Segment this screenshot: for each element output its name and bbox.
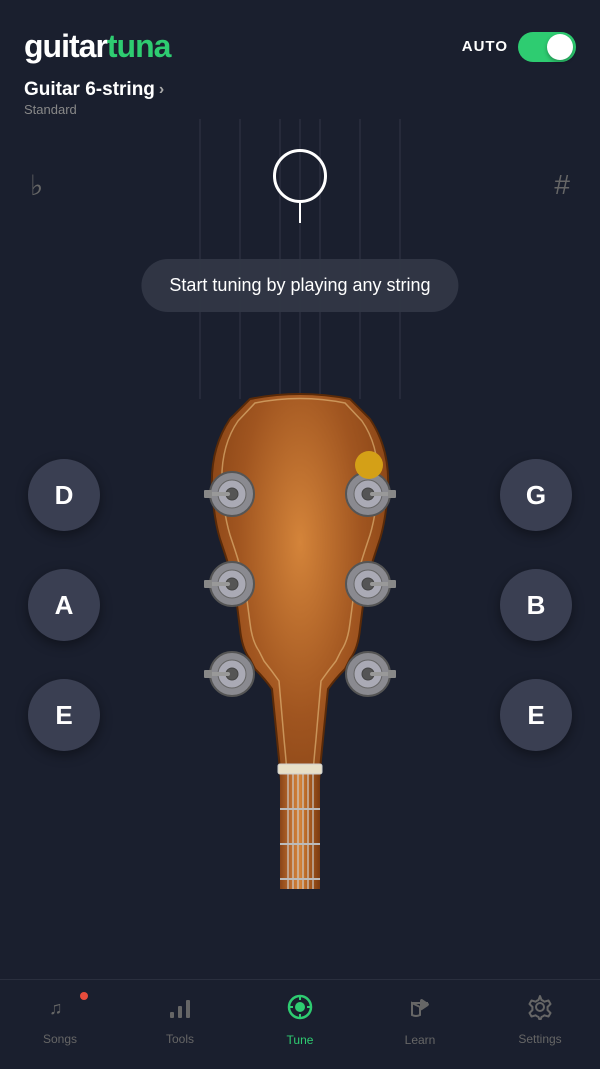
- needle-container: [273, 149, 327, 223]
- settings-label: Settings: [518, 1032, 561, 1046]
- flat-button[interactable]: ♭: [30, 169, 43, 202]
- headstock-section: D A E G B E: [0, 399, 600, 889]
- needle-pointer: [299, 203, 301, 223]
- header: guitartuna AUTO: [0, 0, 600, 75]
- nav-item-tools[interactable]: Tools: [130, 994, 230, 1046]
- tools-label: Tools: [166, 1032, 194, 1046]
- tuner-area: ♭ # Start tuning by playing any string: [0, 119, 600, 399]
- learn-label: Learn: [405, 1033, 436, 1047]
- tune-label: Tune: [287, 1033, 314, 1047]
- yellow-indicator-dot: [355, 451, 383, 479]
- headstock-svg: [160, 389, 440, 889]
- auto-toggle-switch[interactable]: [518, 32, 576, 62]
- string-button-E-low[interactable]: E: [28, 679, 100, 751]
- nav-item-songs[interactable]: ♫ Songs: [10, 994, 110, 1046]
- auto-label: AUTO: [462, 38, 508, 55]
- headstock-container: [160, 389, 440, 889]
- tuning-name: Standard: [24, 102, 576, 117]
- logo-tuna-text: tuna: [107, 28, 171, 64]
- songs-icon: ♫: [47, 994, 73, 1027]
- bottom-navigation: ♫ Songs Tools Tune: [0, 979, 600, 1069]
- sharp-button[interactable]: #: [554, 169, 570, 201]
- app-logo: guitartuna: [24, 28, 170, 65]
- settings-icon: [527, 994, 553, 1027]
- string-button-G[interactable]: G: [500, 459, 572, 531]
- nav-item-settings[interactable]: Settings: [490, 994, 590, 1046]
- svg-text:♫: ♫: [49, 998, 63, 1018]
- string-button-E-high[interactable]: E: [500, 679, 572, 751]
- string-button-D[interactable]: D: [28, 459, 100, 531]
- tools-icon: [167, 994, 193, 1027]
- logo-guitar-text: guitar: [24, 28, 107, 64]
- instrument-name[interactable]: Guitar 6-string ›: [24, 79, 576, 101]
- string-button-A[interactable]: A: [28, 569, 100, 641]
- songs-label: Songs: [43, 1032, 77, 1046]
- tune-icon: [286, 993, 314, 1028]
- learn-icon: [406, 993, 434, 1028]
- nav-item-tune[interactable]: Tune: [250, 993, 350, 1047]
- needle-circle: [273, 149, 327, 203]
- songs-notification-dot: [80, 992, 88, 1000]
- tuning-tooltip: Start tuning by playing any string: [141, 259, 458, 312]
- instrument-name-text: Guitar 6-string: [24, 79, 155, 101]
- main-content: guitartuna AUTO Guitar 6-string › Standa…: [0, 0, 600, 979]
- auto-toggle-container: AUTO: [462, 32, 576, 62]
- nav-item-learn[interactable]: Learn: [370, 993, 470, 1047]
- instrument-selector[interactable]: Guitar 6-string › Standard: [0, 75, 600, 119]
- string-button-B[interactable]: B: [500, 569, 572, 641]
- toggle-knob: [547, 34, 573, 60]
- instrument-chevron-icon: ›: [159, 81, 164, 99]
